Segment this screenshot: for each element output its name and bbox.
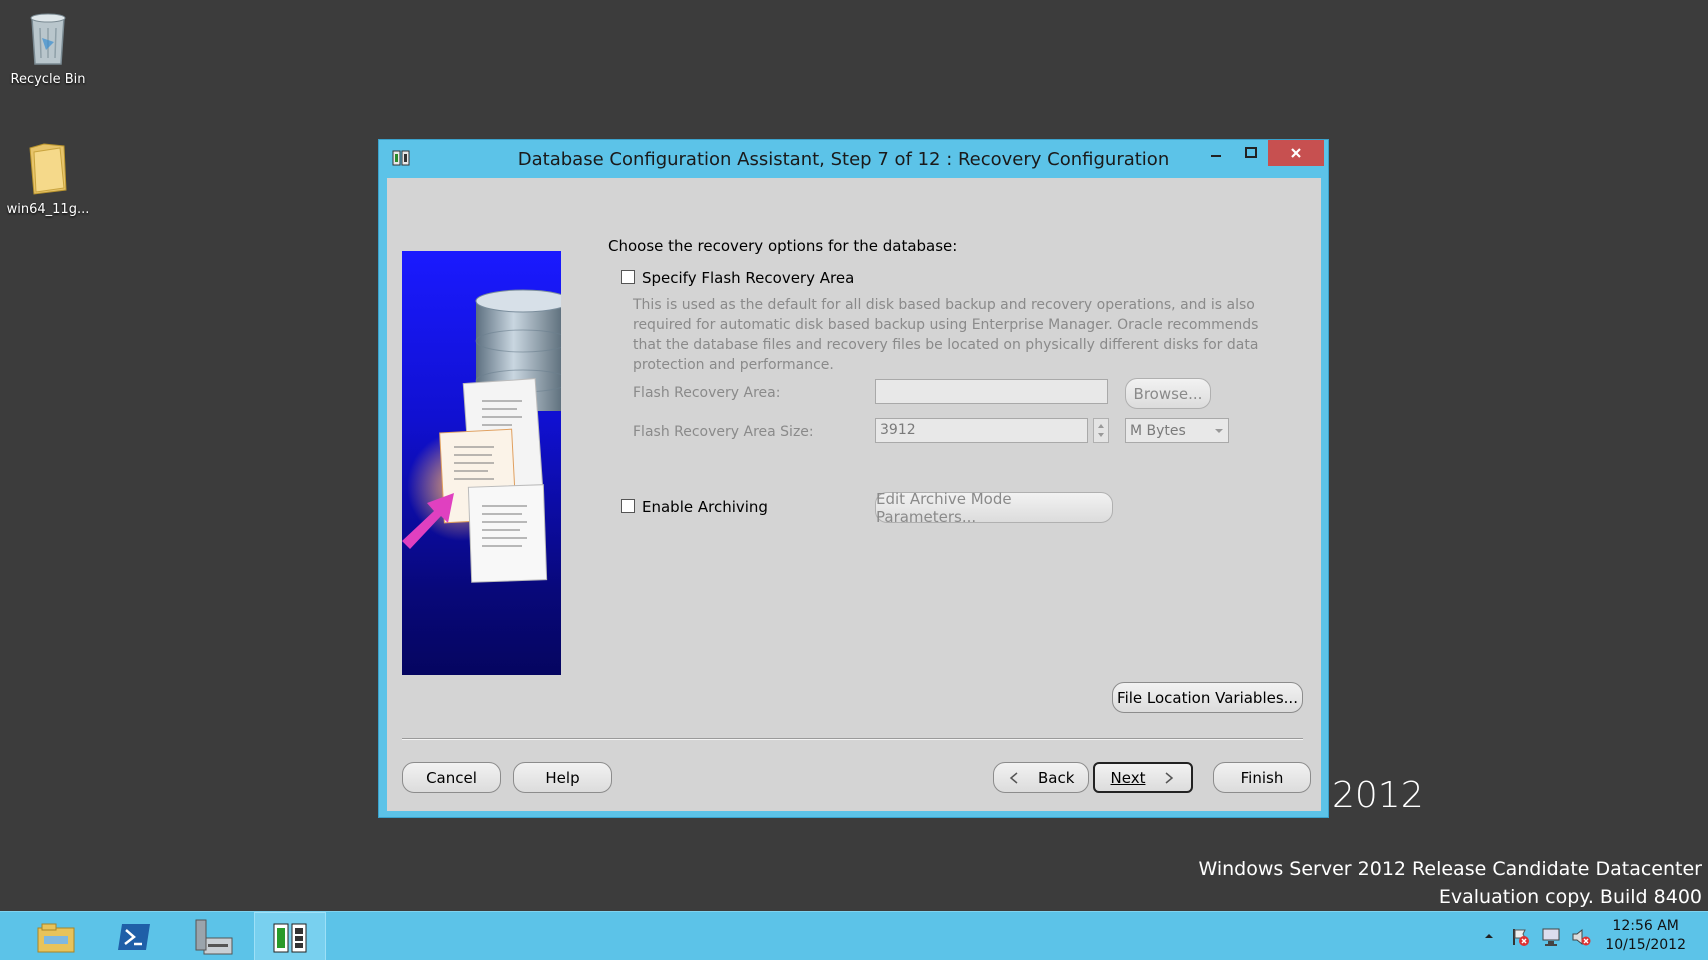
back-button-label: Back <box>1038 768 1075 787</box>
flash-recovery-description: This is used as the default for all disk… <box>633 297 1259 373</box>
taskbar: 12:56 AM 10/15/2012 <box>0 911 1708 960</box>
close-button[interactable] <box>1268 140 1324 166</box>
recovery-intro-text: Choose the recovery options for the data… <box>608 237 958 255</box>
powershell-icon <box>118 923 150 950</box>
network-icon[interactable] <box>1541 927 1561 947</box>
dbca-app-icon <box>273 923 307 952</box>
flash-size-spinner[interactable] <box>1093 418 1109 443</box>
file-explorer-icon <box>37 923 75 952</box>
taskbar-server-manager[interactable] <box>176 912 248 960</box>
folder-win64-icon[interactable]: win64_11g... <box>0 138 96 217</box>
trash-can-icon <box>24 8 72 68</box>
archiving-checkbox[interactable] <box>621 499 635 513</box>
folder-icon <box>24 138 72 198</box>
chevron-up-icon <box>1485 934 1493 938</box>
close-icon <box>1291 148 1301 158</box>
flash-size-unit-select[interactable]: M Bytes <box>1125 418 1229 443</box>
taskbar-file-explorer[interactable] <box>20 912 92 960</box>
taskbar-powershell[interactable] <box>98 912 170 960</box>
flash-size-label: Flash Recovery Area Size: <box>633 424 814 440</box>
finish-button[interactable]: Finish <box>1213 762 1311 793</box>
folder-label: win64_11g... <box>6 202 90 217</box>
clock-date: 10/15/2012 <box>1605 937 1686 953</box>
flash-area-input[interactable] <box>875 379 1108 404</box>
window-title: Database Configuration Assistant, Step 7… <box>517 149 1170 170</box>
show-hidden-icons-button[interactable] <box>1482 929 1502 949</box>
next-button-label: Next <box>1110 768 1146 787</box>
flash-area-label: Flash Recovery Area: <box>633 385 781 401</box>
dialog-content: Choose the recovery options for the data… <box>387 178 1321 811</box>
file-location-button[interactable]: File Location Variables... <box>1112 682 1303 713</box>
brand-year-text: 2012 <box>1332 775 1424 816</box>
taskbar-dbca[interactable] <box>254 912 326 960</box>
help-button[interactable]: Help <box>513 762 612 793</box>
recycle-bin-icon[interactable]: Recycle Bin <box>0 8 96 87</box>
minimize-icon <box>1211 155 1221 157</box>
browse-button[interactable]: Browse... <box>1125 378 1211 409</box>
system-clock[interactable]: 12:56 AM 10/15/2012 <box>1605 917 1686 955</box>
minimize-button[interactable] <box>1199 140 1233 166</box>
spinner-arrows-icon <box>1098 424 1104 437</box>
back-button[interactable]: Back <box>993 762 1089 793</box>
title-bar[interactable]: Database Configuration Assistant, Step 7… <box>379 140 1328 178</box>
volume-muted-icon[interactable] <box>1571 927 1591 947</box>
cancel-button[interactable]: Cancel <box>402 762 501 793</box>
flash-recovery-checkbox[interactable] <box>621 270 635 284</box>
dbca-window: Database Configuration Assistant, Step 7… <box>378 139 1329 818</box>
os-edition-text: Windows Server 2012 Release Candidate Da… <box>1198 858 1702 880</box>
unit-select-value: M Bytes <box>1130 422 1186 439</box>
database-illustration <box>402 251 561 675</box>
action-center-icon[interactable] <box>1510 927 1530 947</box>
recycle-bin-label: Recycle Bin <box>10 72 86 87</box>
server-manager-icon <box>195 919 233 954</box>
chevron-left-icon <box>1009 771 1018 784</box>
button-separator <box>402 738 1303 740</box>
flash-size-input[interactable]: 3912 <box>875 418 1088 443</box>
os-watermark: Windows Server 2012 Release Candidate Da… <box>1198 855 1702 911</box>
next-button[interactable]: Next <box>1093 762 1193 793</box>
chevron-right-icon <box>1165 771 1174 784</box>
os-build-text: Evaluation copy. Build 8400 <box>1438 886 1702 908</box>
archiving-checkbox-label[interactable]: Enable Archiving <box>642 498 768 516</box>
flash-recovery-checkbox-label[interactable]: Specify Flash Recovery Area <box>642 269 854 287</box>
clock-time: 12:56 AM <box>1612 918 1679 934</box>
chevron-down-icon <box>1215 428 1223 433</box>
maximize-icon <box>1245 147 1257 158</box>
maximize-button[interactable] <box>1234 140 1268 166</box>
edit-archive-button[interactable]: Edit Archive Mode Parameters... <box>875 490 1113 526</box>
